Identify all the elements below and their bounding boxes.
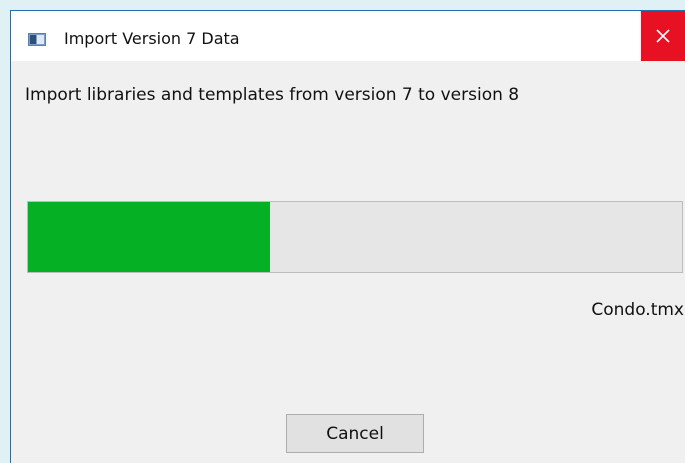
app-window-icon <box>28 33 46 46</box>
close-button[interactable] <box>641 11 685 61</box>
progress-fill <box>28 202 270 272</box>
import-progress-bar <box>27 201 683 273</box>
cancel-button[interactable]: Cancel <box>286 414 424 453</box>
window-title: Import Version 7 Data <box>64 29 240 48</box>
current-file-label: Condo.tmx <box>591 300 684 320</box>
title-bar[interactable]: Import Version 7 Data <box>11 11 685 61</box>
instruction-text: Import libraries and templates from vers… <box>25 85 520 105</box>
close-icon <box>656 29 670 43</box>
import-dialog: Import Version 7 Data Import libraries a… <box>10 10 685 463</box>
